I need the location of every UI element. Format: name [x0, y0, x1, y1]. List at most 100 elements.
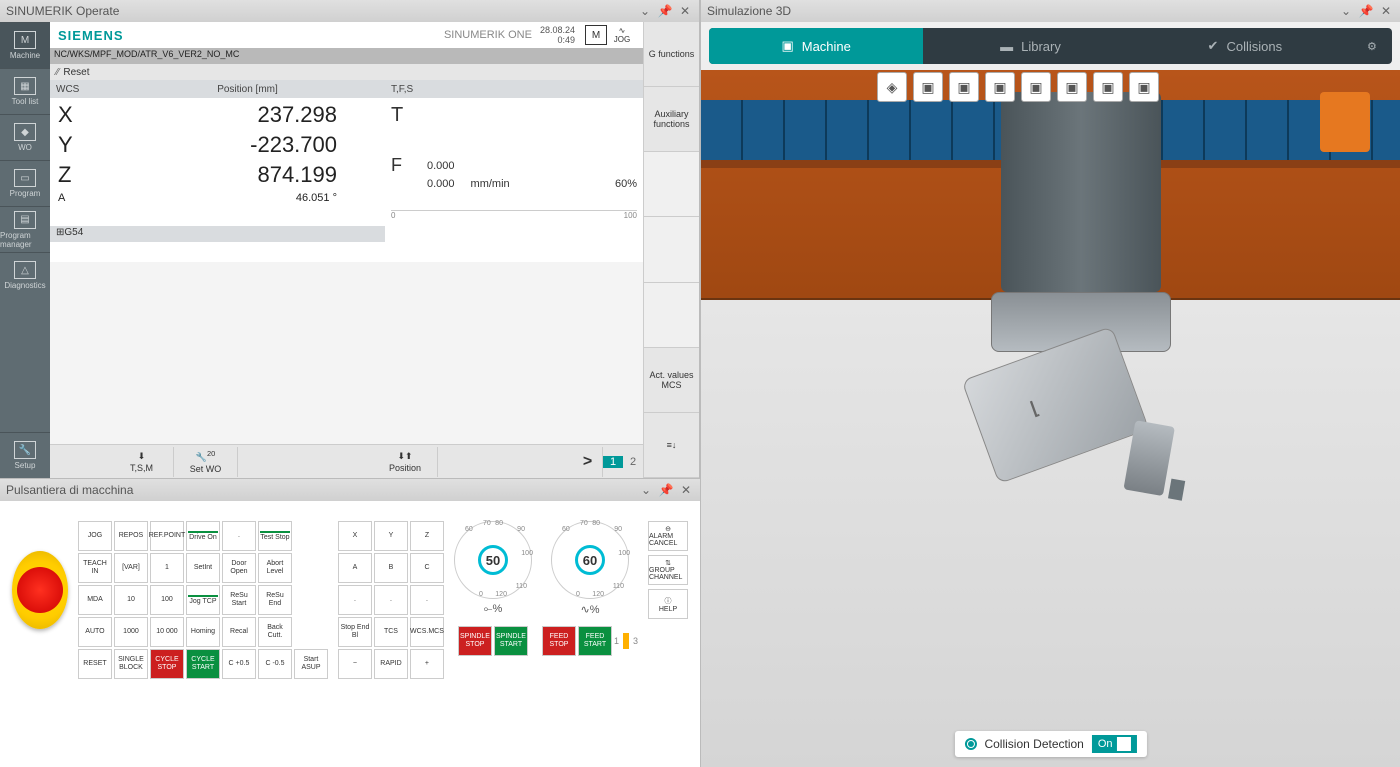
mcp-key-auto[interactable]: AUTO — [78, 617, 112, 647]
spindle-start-key[interactable]: SPINDLE START — [494, 626, 528, 656]
view-btn-0[interactable]: ◈ — [877, 72, 907, 102]
nav-wo[interactable]: ◆WO — [0, 114, 50, 160]
nav-setup[interactable]: 🔧Setup — [0, 432, 50, 478]
axis-key--[interactable]: . — [374, 585, 408, 615]
group-channel-key[interactable]: ⇅GROUP CHANNEL — [648, 555, 688, 585]
view-buttons: ◈ ▣ ▣ ▣ ▣ ▣ ▣ ▣ — [877, 72, 1159, 102]
pin-icon[interactable]: 📌 — [657, 3, 673, 19]
alarm-cancel-key[interactable]: ⊖ALARM CANCEL — [648, 521, 688, 551]
mcp-key-door-open[interactable]: Door Open — [222, 553, 256, 583]
spindle-stop-key[interactable]: SPINDLE STOP — [458, 626, 492, 656]
collision-radio-icon[interactable] — [964, 738, 976, 750]
feed-stop-key[interactable]: FEED STOP — [542, 626, 576, 656]
view-btn-3[interactable]: ▣ — [985, 72, 1015, 102]
jog-key--[interactable]: − — [338, 649, 372, 679]
sk-position[interactable]: ⬇⬆Position — [374, 447, 438, 477]
sk-menu-icon[interactable]: ≡↓ — [644, 413, 699, 478]
mcp-key-1000[interactable]: 1000 — [114, 617, 148, 647]
view-btn-2[interactable]: ▣ — [949, 72, 979, 102]
sim-settings-icon[interactable]: ⚙ — [1352, 28, 1392, 64]
mcp-key-setint[interactable]: SetInt — [186, 553, 220, 583]
sim-collapse-icon[interactable]: ⌄ — [1338, 3, 1354, 19]
feed-override-gauge[interactable]: 60 70 80 90 100 110 120 0 50 — [454, 521, 532, 599]
axis-key--[interactable]: . — [410, 585, 444, 615]
axis-key-z[interactable]: Z — [410, 521, 444, 551]
mcp-key-repos[interactable]: REPOS — [114, 521, 148, 551]
mcp-key-recal[interactable]: Recal — [222, 617, 256, 647]
view-btn-4[interactable]: ▣ — [1021, 72, 1051, 102]
axis-key-tcs[interactable]: TCS — [374, 617, 408, 647]
mcp-key-homing[interactable]: Homing — [186, 617, 220, 647]
mcp-key-drive-on[interactable]: Drive On — [186, 521, 220, 551]
mcp-close-icon[interactable]: ✕ — [678, 482, 694, 498]
mcp-pin-icon[interactable]: 📌 — [658, 482, 674, 498]
mcp-key-jog-tcp[interactable]: Jog TCP — [186, 585, 220, 615]
sk-tsm[interactable]: ⬇T,S,M — [110, 447, 174, 477]
tab-collisions[interactable]: ✔Collisions — [1138, 28, 1352, 64]
mcp-key-resu-end[interactable]: ReSu End — [258, 585, 292, 615]
emergency-stop-button[interactable] — [12, 551, 68, 629]
sk-aux-functions[interactable]: Auxiliary functions — [644, 87, 699, 152]
axis-key-a[interactable]: A — [338, 553, 372, 583]
mcp-key-teach-in[interactable]: TEACH IN — [78, 553, 112, 583]
mcp-key-cycle-stop[interactable]: CYCLE STOP — [150, 649, 184, 679]
collision-toggle[interactable]: On — [1092, 735, 1137, 753]
sk-act-values-mcs[interactable]: Act. values MCS — [644, 348, 699, 413]
axis-row-z: Z 874.199 — [58, 162, 377, 192]
mcp-key-back-cutt-[interactable]: Back Cutt. — [258, 617, 292, 647]
axis-key-b[interactable]: B — [374, 553, 408, 583]
view-btn-7[interactable]: ▣ — [1129, 72, 1159, 102]
mcp-key-c-0-5[interactable]: C -0.5 — [258, 649, 292, 679]
mcp-key-1[interactable]: 1 — [150, 553, 184, 583]
mcp-key-mda[interactable]: MDA — [78, 585, 112, 615]
tab-library[interactable]: ▬Library — [923, 28, 1137, 64]
mcp-key-test-stop[interactable]: Test Stop — [258, 521, 292, 551]
axis-key-wcs-mcs[interactable]: WCS.MCS — [410, 617, 444, 647]
view-btn-1[interactable]: ▣ — [913, 72, 943, 102]
axis-key-x[interactable]: X — [338, 521, 372, 551]
feed-start-key[interactable]: FEED START — [578, 626, 612, 656]
help-key[interactable]: ⓘHELP — [648, 589, 688, 619]
mcp-key-100[interactable]: 100 — [150, 585, 184, 615]
axis-key-y[interactable]: Y — [374, 521, 408, 551]
mcp-key--[interactable]: . — [222, 521, 256, 551]
mcp-key-reset[interactable]: RESET — [78, 649, 112, 679]
channel-1[interactable]: 1 — [603, 456, 623, 468]
mcp-key-jog[interactable]: JOG — [78, 521, 112, 551]
mcp-key-start-asup[interactable]: Start ASUP — [294, 649, 328, 679]
collapse-icon[interactable]: ⌄ — [637, 3, 653, 19]
jog-key-rapid[interactable]: RAPID — [374, 649, 408, 679]
jog-key--[interactable]: + — [410, 649, 444, 679]
mcp-key-10[interactable]: 10 — [114, 585, 148, 615]
spindle-override-gauge[interactable]: 60 70 80 90 100 110 120 0 60 — [551, 521, 629, 599]
sim-viewport[interactable]: ⌊ ▣Machine ▬Library ✔Collisions ⚙ ◈ ▣ ▣ … — [701, 22, 1400, 767]
mcp-key-cycle-start[interactable]: CYCLE START — [186, 649, 220, 679]
tab-machine[interactable]: ▣Machine — [709, 28, 923, 64]
sim-close-icon[interactable]: ✕ — [1378, 3, 1394, 19]
mcp-collapse-icon[interactable]: ⌄ — [638, 482, 654, 498]
axis-key-stop-end-bl[interactable]: Stop End Bl — [338, 617, 372, 647]
mcp-key-c-0-5[interactable]: C +0.5 — [222, 649, 256, 679]
nav-program-manager[interactable]: ▤Program manager — [0, 206, 50, 252]
axis-key-c[interactable]: C — [410, 553, 444, 583]
nav-diagnostics[interactable]: △Diagnostics — [0, 252, 50, 298]
nav-machine[interactable]: MMachine — [0, 22, 50, 68]
nav-toollist[interactable]: ▦Tool list — [0, 68, 50, 114]
axis-key--[interactable]: . — [338, 585, 372, 615]
mcp-key-abort-level[interactable]: Abort Level — [258, 553, 292, 583]
close-icon[interactable]: ✕ — [677, 3, 693, 19]
mcp-key-single-block[interactable]: SINGLE BLOCK — [114, 649, 148, 679]
right-softkeys: G functions Auxiliary functions Act. val… — [643, 22, 699, 478]
mcp-key-10-000[interactable]: 10 000 — [150, 617, 184, 647]
mcp-key-resu-start[interactable]: ReSu Start — [222, 585, 256, 615]
sk-set-wo[interactable]: 🔧20Set WO — [174, 447, 238, 477]
view-btn-5[interactable]: ▣ — [1057, 72, 1087, 102]
mcp-key-ref-point[interactable]: REF.POINT — [150, 521, 184, 551]
sk-g-functions[interactable]: G functions — [644, 22, 699, 87]
channel-2[interactable]: 2 — [623, 456, 643, 468]
sk-next[interactable]: > — [573, 447, 603, 477]
mcp-key--var-[interactable]: [VAR] — [114, 553, 148, 583]
view-btn-6[interactable]: ▣ — [1093, 72, 1123, 102]
sim-pin-icon[interactable]: 📌 — [1358, 3, 1374, 19]
nav-program[interactable]: ▭Program — [0, 160, 50, 206]
